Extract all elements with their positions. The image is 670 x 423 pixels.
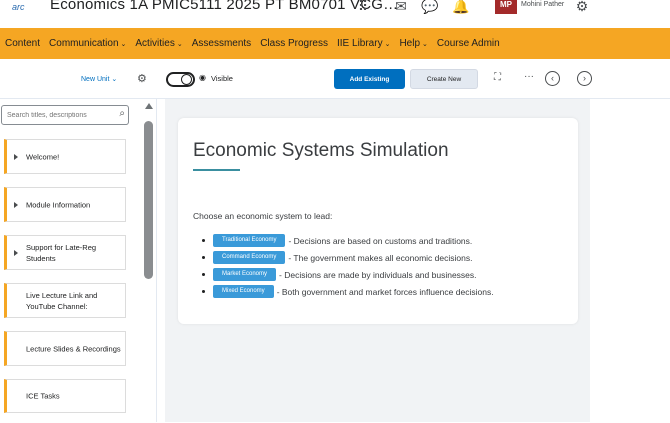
chat-icon[interactable]: 💬 bbox=[421, 0, 439, 15]
avatar[interactable]: MP bbox=[495, 0, 517, 14]
more-options-icon[interactable]: ··· bbox=[524, 71, 534, 82]
new-unit-label: New Unit bbox=[81, 76, 110, 83]
title-underline bbox=[193, 169, 240, 171]
nav-iie-library[interactable]: IIE Library ⌄ bbox=[337, 38, 390, 49]
search-input[interactable] bbox=[7, 109, 105, 121]
nav-activities[interactable]: Activities ⌄ bbox=[135, 38, 182, 49]
sidebar-item-label: Support for Late-Reg Students bbox=[26, 242, 97, 263]
mixed-economy-button[interactable]: Mixed Economy bbox=[213, 285, 274, 298]
sidebar-item-live-lecture[interactable]: Live Lecture Link and YouTube Channel: bbox=[4, 283, 126, 318]
settings-gear-icon[interactable]: ⚙ bbox=[137, 72, 147, 85]
command-economy-button[interactable]: Command Economy bbox=[213, 251, 286, 264]
nav-communication[interactable]: Communication ⌄ bbox=[49, 38, 126, 49]
nav-activities-label: Activities bbox=[135, 38, 175, 49]
chevron-down-icon: ⌄ bbox=[176, 41, 183, 48]
expand-caret-icon[interactable] bbox=[14, 153, 18, 160]
visibility-label: Visible bbox=[211, 74, 233, 83]
nav-class-progress-label: Class Progress bbox=[260, 38, 328, 49]
scroll-thumb[interactable] bbox=[144, 121, 153, 279]
system-description: - Both government and market forces infl… bbox=[276, 286, 494, 297]
top-header: arc Economics 1A PMIC5111 2025 PT BM0701… bbox=[0, 0, 670, 28]
new-unit-button[interactable]: New Unit ⌄ bbox=[81, 75, 117, 83]
sidebar-item-module-information[interactable]: Module Information bbox=[4, 187, 126, 222]
gear-icon[interactable]: ⚙ bbox=[573, 0, 591, 15]
bullet bbox=[202, 290, 205, 293]
chevron-down-icon: ⌄ bbox=[111, 76, 118, 83]
sidebar-item-label: Lecture Slides & Recordings bbox=[26, 344, 121, 353]
bell-icon[interactable]: 🔔 bbox=[452, 0, 470, 15]
sidebar-item-ice-tasks[interactable]: ICE Tasks bbox=[4, 379, 126, 413]
bullet bbox=[202, 256, 205, 259]
user-name[interactable]: Mohini Pather bbox=[521, 1, 564, 8]
bullet bbox=[202, 273, 205, 276]
bullet bbox=[202, 239, 205, 242]
create-new-button[interactable]: Create New bbox=[410, 69, 478, 89]
chevron-down-icon: ⌄ bbox=[120, 41, 127, 48]
fullscreen-icon[interactable]: ⛶ bbox=[494, 72, 501, 83]
course-navbar: Content Communication ⌄ Activities ⌄ Asses… bbox=[0, 28, 670, 59]
list-item: Traditional Economy - Decisions are base… bbox=[202, 234, 472, 247]
sidebar-item-label: Module Information bbox=[26, 200, 91, 209]
system-description: - Decisions are based on customs and tra… bbox=[288, 235, 473, 246]
nav-content-label: Content bbox=[5, 38, 41, 49]
add-existing-button[interactable]: Add Existing bbox=[334, 69, 405, 89]
nav-communication-label: Communication bbox=[49, 38, 119, 49]
table-of-contents-sidebar: ⌕ Welcome! Module Information Support fo… bbox=[0, 99, 157, 422]
search-icon[interactable]: ⌕ bbox=[119, 108, 125, 119]
logo-text: arc bbox=[12, 2, 25, 12]
list-item: Market Economy - Decisions are made by i… bbox=[202, 268, 477, 281]
system-description: - The government makes all economic deci… bbox=[288, 252, 473, 263]
sidebar-item-lecture-slides[interactable]: Lecture Slides & Recordings bbox=[4, 331, 126, 366]
sidebar-scrollbar[interactable] bbox=[143, 103, 155, 423]
nav-assessments[interactable]: Assessments bbox=[192, 38, 251, 49]
previous-icon[interactable]: ‹ bbox=[545, 71, 560, 86]
expand-caret-icon[interactable] bbox=[14, 249, 18, 256]
mail-icon[interactable]: ✉ bbox=[392, 0, 410, 15]
system-description: - Decisions are made by individuals and … bbox=[279, 269, 477, 280]
toggle-knob bbox=[181, 74, 192, 85]
next-icon[interactable]: › bbox=[577, 71, 592, 86]
sidebar-toolbar: New Unit ⌄ ⚙ bbox=[0, 59, 157, 99]
visibility-toggle[interactable] bbox=[166, 72, 195, 87]
sidebar-item-label: ICE Tasks bbox=[26, 391, 60, 401]
nav-iie-library-label: IIE Library bbox=[337, 38, 383, 49]
content-area: Economic Systems Simulation Choose an ec… bbox=[165, 99, 590, 422]
list-item: Command Economy - The government makes a… bbox=[202, 251, 472, 264]
market-economy-button[interactable]: Market Economy bbox=[213, 268, 277, 281]
sidebar-item-welcome[interactable]: Welcome! bbox=[4, 139, 126, 174]
nav-class-progress[interactable]: Class Progress bbox=[260, 38, 328, 49]
traditional-economy-button[interactable]: Traditional Economy bbox=[213, 234, 286, 247]
nav-course-admin[interactable]: Course Admin bbox=[437, 38, 500, 49]
sidebar-item-label: Live Lecture Link and YouTube Channel: bbox=[26, 290, 98, 311]
course-title[interactable]: Economics 1A PMIC5111 2025 PT BM0701 VCG… bbox=[50, 0, 398, 13]
prompt-text: Choose an economic system to lead: bbox=[193, 211, 333, 221]
expand-caret-icon[interactable] bbox=[14, 201, 18, 208]
scroll-up-arrow-icon[interactable] bbox=[145, 103, 153, 109]
eye-icon: ◉ bbox=[199, 73, 206, 82]
search-box: ⌕ bbox=[1, 105, 129, 125]
apps-grid-icon[interactable]: ⠿ bbox=[354, 0, 372, 15]
nav-help[interactable]: Help ⌄ bbox=[399, 38, 427, 49]
chevron-down-icon: ⌄ bbox=[384, 41, 391, 48]
sidebar-item-label: Welcome! bbox=[26, 152, 60, 161]
nav-help-label: Help bbox=[399, 38, 421, 49]
nav-course-admin-label: Course Admin bbox=[436, 38, 500, 49]
content-card: Economic Systems Simulation Choose an ec… bbox=[178, 118, 578, 324]
list-item: Mixed Economy - Both government and mark… bbox=[202, 285, 494, 298]
sidebar-item-late-reg-support[interactable]: Support for Late-Reg Students bbox=[4, 235, 126, 270]
nav-content[interactable]: Content bbox=[5, 38, 40, 49]
right-margin bbox=[590, 99, 670, 422]
nav-assessments-label: Assessments bbox=[191, 38, 252, 49]
content-toolbar: ◉ Visible Add Existing Create New ⛶ ··· … bbox=[157, 59, 670, 99]
chevron-down-icon: ⌄ bbox=[422, 41, 428, 48]
institution-logo[interactable]: arc bbox=[6, 0, 32, 14]
page-title: Economic Systems Simulation bbox=[193, 140, 449, 161]
